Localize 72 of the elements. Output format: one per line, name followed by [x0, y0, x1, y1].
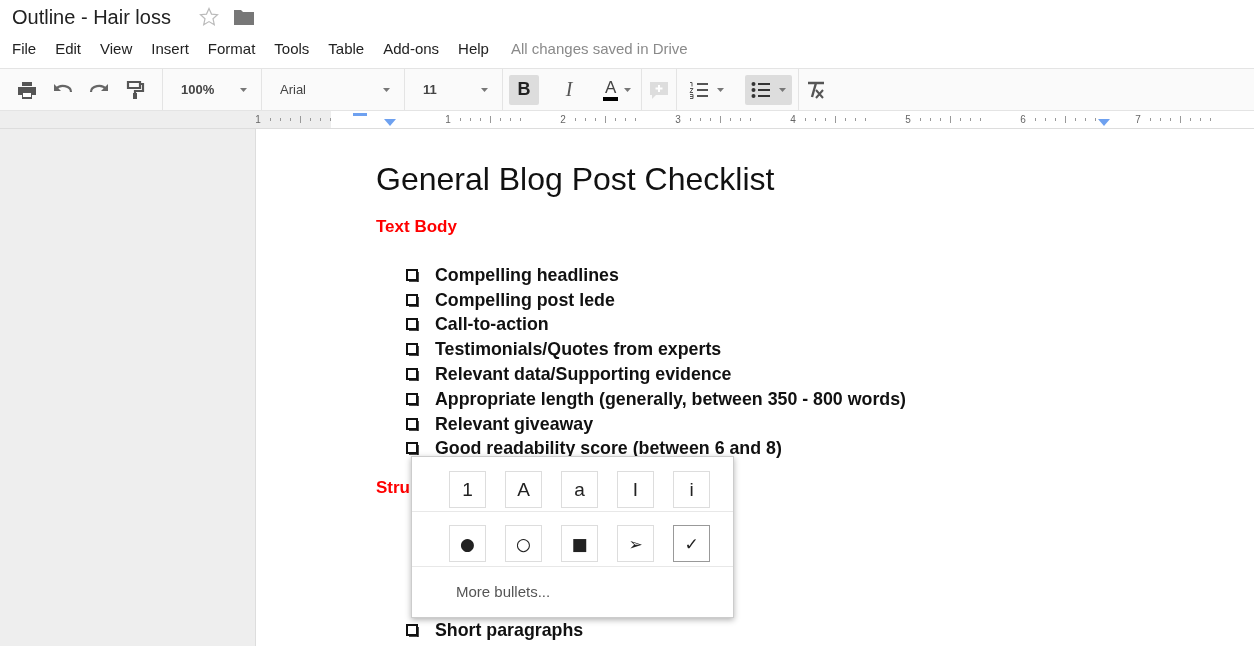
numbering-option[interactable]: a: [561, 471, 598, 508]
italic-button[interactable]: I: [554, 74, 584, 105]
numbered-list-icon[interactable]: [689, 80, 710, 99]
bulleted-list-icon[interactable]: [751, 80, 772, 99]
checkbox-icon[interactable]: [406, 368, 419, 382]
bulleted-list-button[interactable]: [745, 74, 793, 105]
menu-item[interactable]: View: [100, 39, 133, 57]
ruler-number: 1: [445, 114, 451, 125]
checkbox-icon[interactable]: [406, 318, 419, 332]
ruler-number: 3: [675, 114, 681, 125]
checkbox-icon[interactable]: [406, 392, 419, 406]
checklist-item: Short paragraphs: [435, 620, 584, 642]
star-icon[interactable]: [198, 7, 219, 27]
bullet-option[interactable]: ■: [561, 525, 598, 562]
folder-icon[interactable]: [232, 8, 255, 26]
print-icon[interactable]: [16, 79, 38, 100]
document-title[interactable]: Outline - Hair loss: [12, 5, 171, 29]
menu-item[interactable]: Edit: [55, 39, 82, 57]
more-bullets-item[interactable]: More bullets...: [456, 583, 551, 600]
ruler-number: 2: [560, 114, 566, 125]
checkbox-icon[interactable]: [406, 343, 419, 357]
checklist-item: Call-to-action: [435, 314, 549, 336]
zoom-dropdown[interactable]: 100%: [169, 74, 255, 105]
text-color-button[interactable]: A: [599, 74, 636, 105]
font-dropdown[interactable]: Arial: [268, 74, 398, 105]
caret-icon[interactable]: [240, 87, 247, 92]
caret-icon[interactable]: [383, 87, 390, 92]
section-heading: Stru: [376, 477, 410, 500]
menu-item[interactable]: Tools: [274, 39, 310, 57]
bullet-option[interactable]: ➢: [617, 525, 654, 562]
font-size-dropdown[interactable]: 11: [411, 74, 496, 105]
caret-icon[interactable]: [779, 87, 787, 92]
menu-item[interactable]: Table: [328, 39, 365, 57]
checkbox-icon[interactable]: [406, 442, 419, 456]
document-heading: General Blog Post Checklist: [376, 160, 776, 199]
ruler-number: 5: [905, 114, 911, 125]
checklist-item: Compelling post lede: [435, 289, 615, 311]
menu-item[interactable]: Add-ons: [383, 39, 440, 57]
caret-icon[interactable]: [717, 87, 725, 92]
ruler-number: 7: [1135, 114, 1141, 125]
ruler-number: 1: [255, 114, 261, 125]
checkbox-icon[interactable]: [406, 624, 419, 638]
menu-item[interactable]: Insert: [151, 39, 189, 57]
save-status: All changes saved in Drive: [510, 39, 688, 57]
checklist-item: Relevant giveaway: [435, 413, 594, 435]
checkbox-icon[interactable]: [406, 293, 419, 307]
checklist-item: Relevant data/Supporting evidence: [435, 364, 732, 386]
numbering-option[interactable]: I: [617, 471, 654, 508]
bullet-option[interactable]: ✓: [673, 525, 710, 562]
caret-icon[interactable]: [624, 87, 632, 92]
bullet-option[interactable]: ○: [505, 525, 542, 562]
numbering-option[interactable]: 1: [449, 471, 486, 508]
checklist-item: Good readability score (between 6 and 8): [435, 438, 782, 460]
bold-button[interactable]: B: [509, 74, 539, 105]
numbering-option[interactable]: A: [505, 471, 542, 508]
checkbox-icon[interactable]: [406, 268, 419, 282]
ruler-number: 4: [790, 114, 796, 125]
caret-icon[interactable]: [481, 87, 488, 92]
checklist-item: Testimonials/Quotes from experts: [435, 339, 722, 361]
checklist-item: Compelling headlines: [435, 264, 619, 286]
indent-marker-icon[interactable]: [384, 118, 396, 127]
indent-marker-icon[interactable]: [1098, 118, 1110, 127]
checkbox-icon[interactable]: [406, 417, 419, 431]
paint-roller-icon[interactable]: [124, 79, 146, 100]
menu-item[interactable]: Format: [207, 39, 256, 57]
menu-item[interactable]: File: [12, 39, 37, 57]
section-heading: Text Body: [376, 216, 457, 238]
numbering-option[interactable]: i: [673, 471, 710, 508]
checklist-item: Appropriate length (generally, between 350 - 800 words): [435, 388, 906, 410]
ruler-number: 6: [1020, 114, 1026, 125]
bullet-option[interactable]: ●: [449, 525, 486, 562]
menu-item[interactable]: Help: [458, 39, 489, 57]
